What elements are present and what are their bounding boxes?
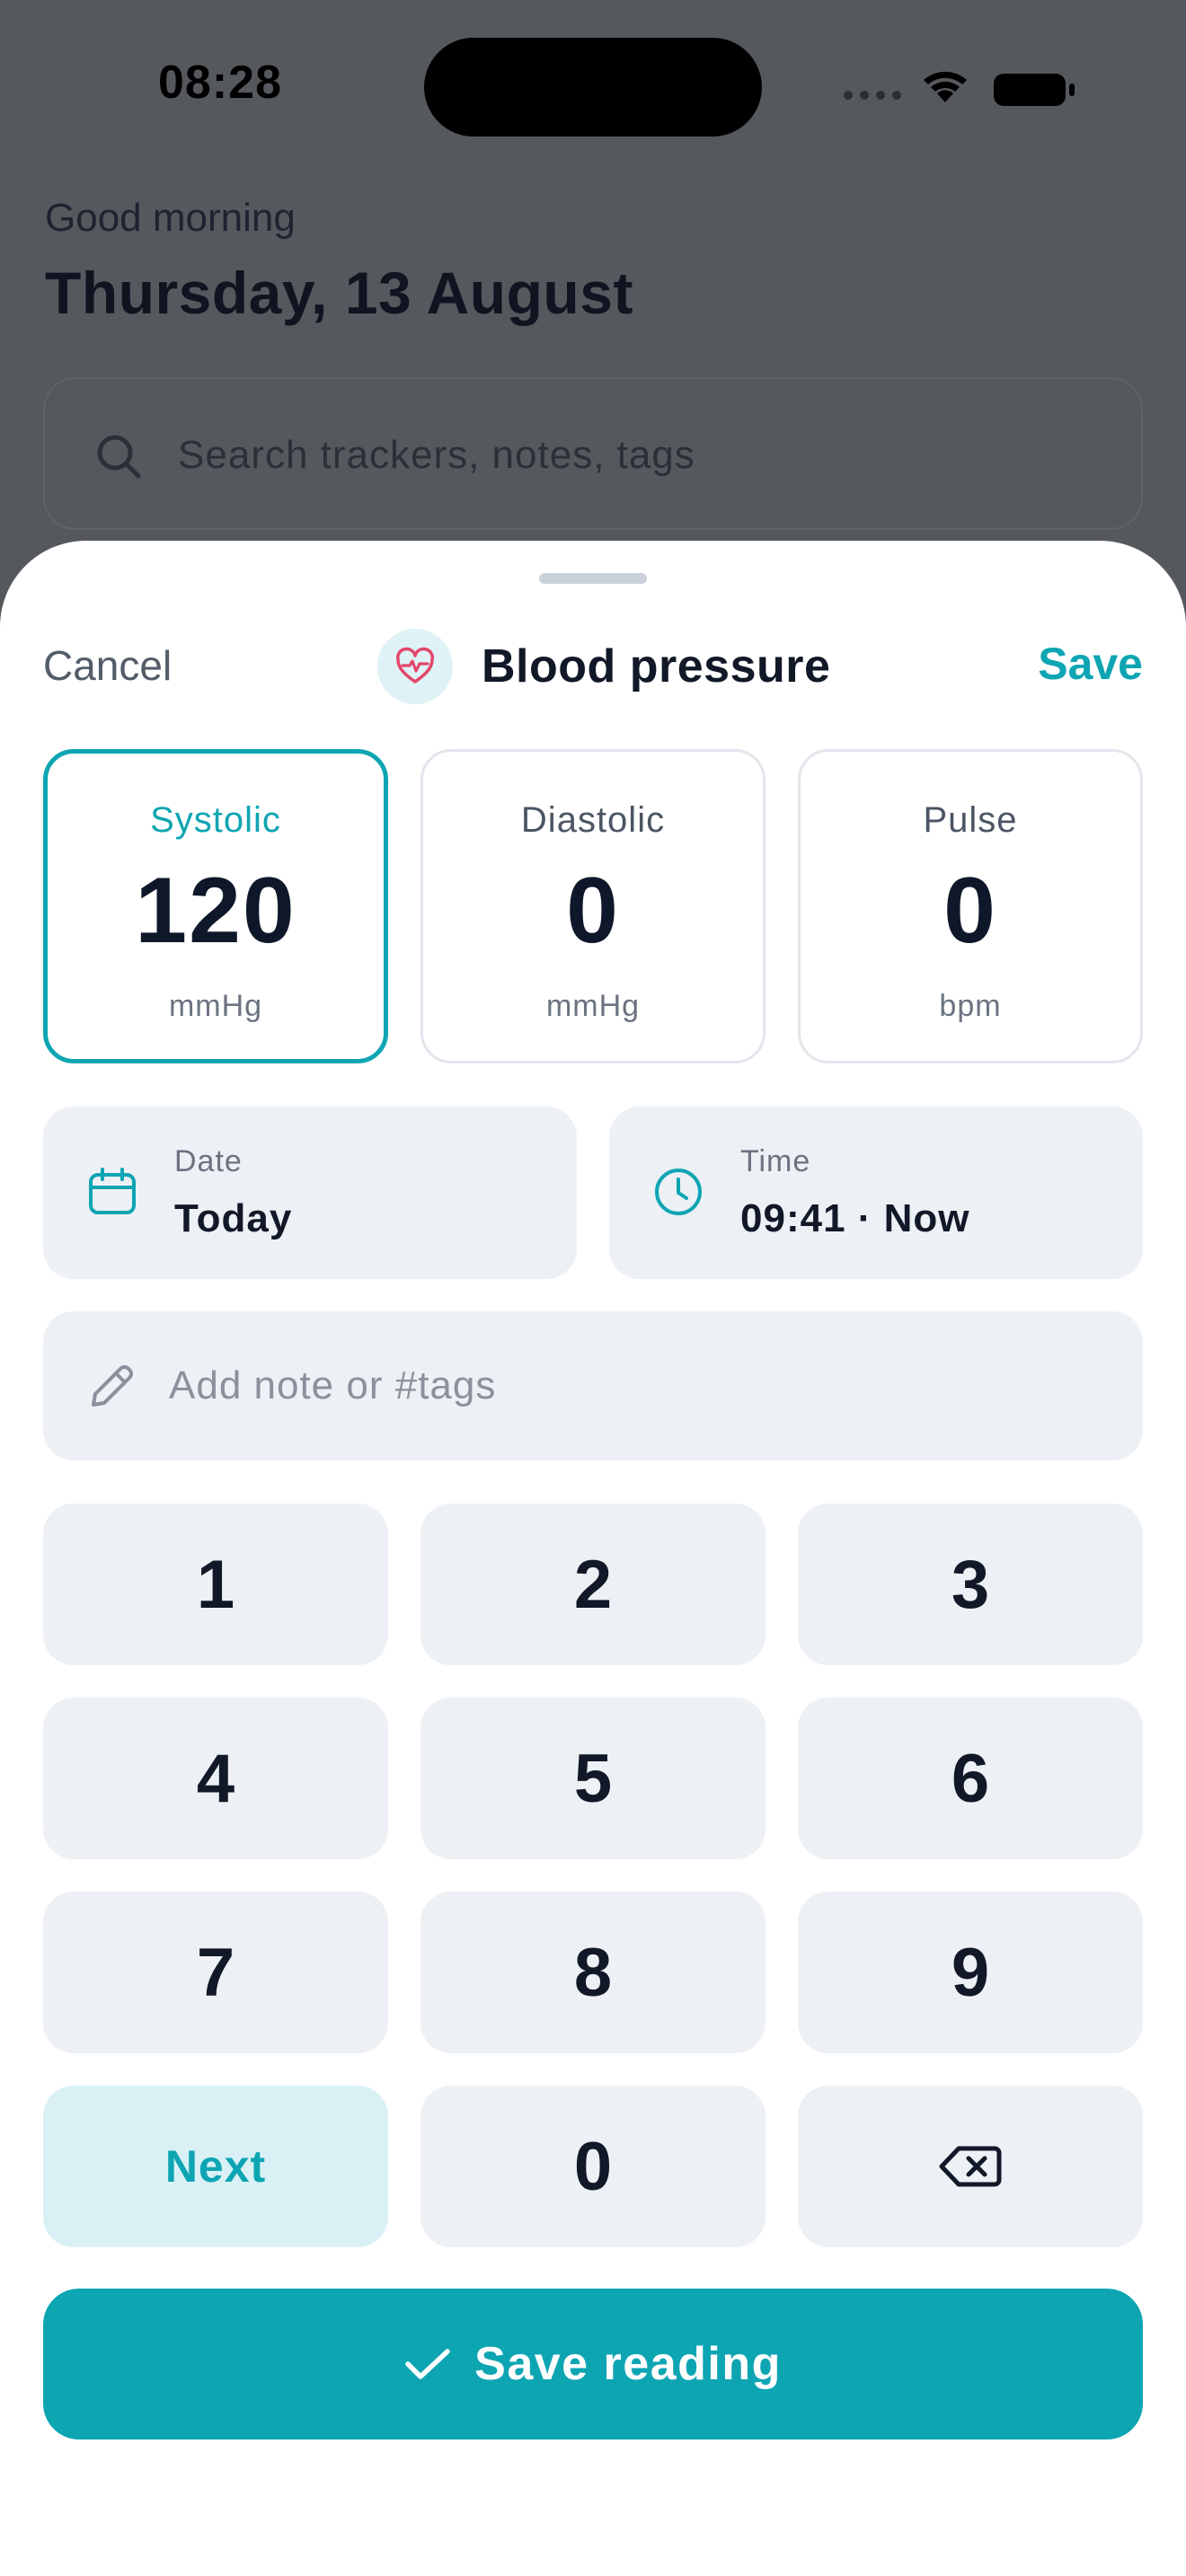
heart-pulse-icon xyxy=(377,629,453,704)
metric-label: Diastolic xyxy=(520,800,666,840)
entry-sheet: Cancel Blood pressure Save Systolic 120 … xyxy=(0,541,1186,2576)
greeting-text: Good morning xyxy=(45,196,296,240)
pulse-card[interactable]: Pulse 0 bpm xyxy=(798,749,1143,1063)
date-label: Date xyxy=(174,1144,243,1178)
systolic-card[interactable]: Systolic 120 mmHg xyxy=(43,749,388,1063)
sheet-title: Blood pressure xyxy=(482,640,831,693)
key-3[interactable]: 3 xyxy=(798,1504,1143,1665)
metric-label: Systolic xyxy=(150,800,281,840)
metric-unit: mmHg xyxy=(545,989,641,1023)
key-9[interactable]: 9 xyxy=(798,1892,1143,2053)
key-0[interactable]: 0 xyxy=(420,2086,766,2247)
metric-value: 120 xyxy=(135,859,296,963)
search-bar[interactable]: Search trackers, notes, tags xyxy=(43,377,1143,530)
pencil-icon xyxy=(92,1365,133,1407)
key-4[interactable]: 4 xyxy=(43,1698,388,1859)
status-time: 08:28 xyxy=(158,57,282,109)
metric-unit: mmHg xyxy=(168,989,263,1023)
key-8[interactable]: 8 xyxy=(420,1892,766,2053)
status-bar: 08:28 xyxy=(0,0,1186,171)
sheet-header: Blood pressure xyxy=(377,627,830,706)
clock-icon xyxy=(655,1169,702,1215)
key-6[interactable]: 6 xyxy=(798,1698,1143,1859)
time-picker[interactable]: Time 09:41 · Now xyxy=(609,1107,1143,1279)
save-reading-label: Save reading xyxy=(474,2338,782,2390)
cellular-signal-icon xyxy=(844,91,901,100)
date-value: Today xyxy=(174,1196,293,1240)
backspace-button[interactable] xyxy=(798,2086,1143,2247)
key-5[interactable]: 5 xyxy=(420,1698,766,1859)
key-1[interactable]: 1 xyxy=(43,1504,388,1665)
save-button[interactable]: Save xyxy=(1038,638,1143,690)
cancel-button[interactable]: Cancel xyxy=(43,641,172,690)
metric-value: 0 xyxy=(943,859,997,963)
sheet-grabber[interactable] xyxy=(539,573,647,584)
save-reading-button[interactable]: Save reading xyxy=(43,2289,1143,2439)
backspace-icon xyxy=(939,2146,1002,2187)
date-picker[interactable]: Date Today xyxy=(43,1107,577,1279)
time-value: 09:41 · Now xyxy=(740,1196,970,1240)
metric-unit: bpm xyxy=(939,989,1002,1023)
date-heading: Thursday, 13 August xyxy=(45,260,633,326)
metric-label: Pulse xyxy=(923,800,1018,840)
note-placeholder: Add note or #tags xyxy=(169,1363,497,1407)
key-7[interactable]: 7 xyxy=(43,1892,388,2053)
next-button[interactable]: Next xyxy=(43,2086,388,2247)
calendar-icon xyxy=(89,1168,136,1214)
key-2[interactable]: 2 xyxy=(420,1504,766,1665)
dynamic-island xyxy=(424,38,762,137)
wifi-icon xyxy=(924,71,967,102)
search-icon xyxy=(97,435,141,479)
diastolic-card[interactable]: Diastolic 0 mmHg xyxy=(420,749,766,1063)
note-input[interactable]: Add note or #tags xyxy=(43,1311,1143,1460)
battery-icon xyxy=(994,74,1075,106)
search-placeholder: Search trackers, notes, tags xyxy=(178,433,695,477)
time-label: Time xyxy=(740,1144,811,1178)
status-icons xyxy=(844,71,1075,106)
metric-value: 0 xyxy=(566,859,620,963)
checkmark-icon xyxy=(405,2349,450,2379)
